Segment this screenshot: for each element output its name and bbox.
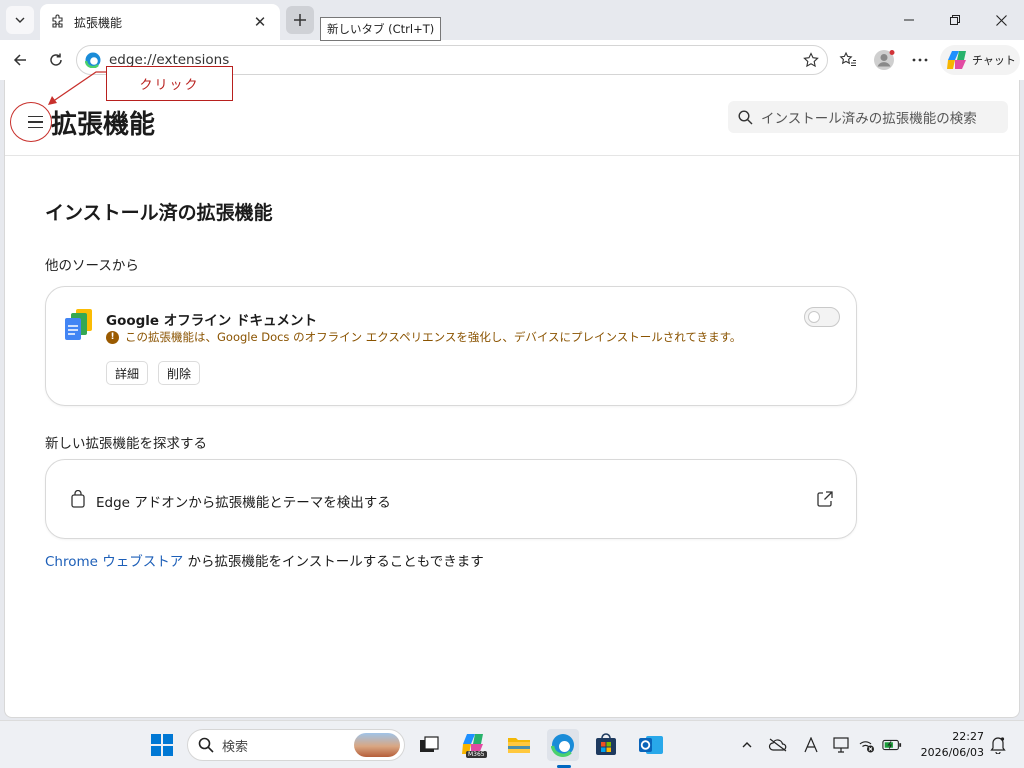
other-sources-heading: 他のソースから: [45, 258, 139, 274]
tab-extensions[interactable]: 拡張機能 ✕: [40, 4, 280, 40]
minimize-icon: [904, 19, 914, 21]
search-icon: [198, 737, 214, 753]
info-warning-icon: !: [106, 330, 119, 344]
folder-icon: [508, 738, 530, 753]
monitor-icon: [833, 737, 849, 753]
notification-bell-icon: [990, 737, 1006, 754]
file-explorer-app[interactable]: [503, 729, 535, 761]
new-tab-button[interactable]: [286, 6, 314, 34]
restore-button[interactable]: [932, 6, 978, 34]
google-docs-offline-icon: [65, 309, 92, 340]
arrow-left-icon: [13, 54, 26, 66]
tab-title: 拡張機能: [74, 15, 123, 30]
ellipsis-icon: [912, 58, 928, 62]
search-placeholder: インストール済みの拡張機能の検索: [761, 111, 977, 127]
refresh-button[interactable]: [42, 46, 70, 74]
cloud-off-icon: [768, 738, 787, 752]
tab-strip: 拡張機能 ✕ 新しいタブ (Ctrl+T): [0, 0, 1024, 41]
chrome-store-note-text: から拡張機能をインストールすることもできます: [183, 554, 484, 570]
onedrive-tray[interactable]: [768, 734, 788, 756]
refresh-icon: [50, 53, 62, 66]
edge-app[interactable]: [547, 729, 579, 761]
extension-warning-text: この拡張機能は、Google Docs のオフライン エクスペリエンスを強化し、…: [125, 330, 742, 344]
microsoft365-app[interactable]: M365: [458, 729, 490, 761]
edge-logo-icon: [85, 52, 101, 68]
back-button[interactable]: [6, 46, 34, 74]
edge-icon: [551, 734, 574, 757]
favorites-button[interactable]: [834, 46, 862, 74]
store-icon: [596, 733, 616, 755]
m365-badge: M365: [466, 751, 487, 758]
chevron-down-icon: [15, 17, 25, 23]
open-external-icon: [817, 491, 833, 507]
remove-button[interactable]: 削除: [158, 361, 201, 385]
star-icon: [803, 52, 819, 68]
extension-search-input[interactable]: インストール済みの拡張機能の検索: [728, 101, 1008, 133]
taskbar-clock[interactable]: 22:27 2026/06/03: [918, 729, 984, 761]
taskbar-search-box[interactable]: 検索: [187, 729, 405, 761]
page-title: 拡張機能: [51, 110, 156, 140]
avatar-icon: [874, 50, 895, 70]
tab-actions-menu-button[interactable]: [6, 6, 34, 34]
shopping-bag-icon: [71, 490, 85, 508]
windows-taskbar: 検索 M365 22:27 2026/06/03: [0, 720, 1024, 768]
copilot-chat-button[interactable]: チャット: [940, 45, 1020, 75]
extensions-page: 拡張機能 インストール済みの拡張機能の検索 インストール済の拡張機能 他のソース…: [4, 80, 1020, 718]
chrome-store-note: Chrome ウェブストア から拡張機能をインストールすることもできます: [45, 550, 484, 570]
annotation-label: クリック: [106, 66, 233, 101]
battery-tray[interactable]: [882, 734, 902, 756]
task-view-button[interactable]: [413, 729, 445, 761]
clock-time: 22:27: [952, 730, 984, 743]
annotation-circle: [10, 102, 52, 142]
network-tray[interactable]: [857, 734, 877, 756]
toggle-knob: [808, 311, 820, 323]
extension-enable-toggle[interactable]: [804, 307, 840, 327]
battery-charging-icon: [882, 739, 902, 751]
profile-button[interactable]: [870, 46, 898, 74]
plus-icon: [294, 14, 306, 26]
start-button[interactable]: [146, 729, 178, 761]
outlook-icon: [639, 736, 663, 754]
details-button[interactable]: 詳細: [106, 361, 149, 385]
settings-more-button[interactable]: [906, 46, 934, 74]
chrome-web-store-link[interactable]: Chrome ウェブストア: [45, 554, 183, 570]
copilot-icon: [947, 51, 966, 69]
ime-mode-indicator[interactable]: [801, 734, 821, 756]
ime-a-icon: [804, 737, 818, 753]
close-tab-icon[interactable]: ✕: [250, 12, 270, 32]
clock-date: 2026/06/03: [920, 746, 984, 759]
search-icon: [738, 109, 753, 124]
show-hidden-icons-button[interactable]: [737, 734, 757, 756]
close-icon: [995, 14, 1007, 26]
search-highlight-image: [354, 733, 400, 757]
display-tray[interactable]: [832, 734, 852, 756]
add-favorite-button[interactable]: [801, 50, 821, 70]
close-window-button[interactable]: [978, 6, 1024, 34]
edge-addons-label: Edge アドオンから拡張機能とテーマを検出する: [96, 495, 391, 511]
notifications-button[interactable]: [988, 734, 1008, 756]
installed-extensions-heading: インストール済の拡張機能: [45, 202, 273, 224]
extension-name: Google オフライン ドキュメント: [106, 313, 317, 329]
network-disconnected-icon: [859, 741, 874, 753]
outlook-app[interactable]: [635, 729, 667, 761]
edge-addons-card[interactable]: Edge アドオンから拡張機能とテーマを検出する: [45, 459, 857, 539]
extension-warning: ! この拡張機能は、Google Docs のオフライン エクスペリエンスを強化…: [106, 329, 741, 345]
windows-logo-icon: [151, 734, 173, 756]
puzzle-icon: [50, 14, 66, 30]
task-view-icon: [420, 736, 439, 752]
new-tab-tooltip: 新しいタブ (Ctrl+T): [320, 17, 442, 41]
taskbar-search-placeholder: 検索: [222, 739, 249, 755]
favorites-star-icon: [839, 51, 856, 67]
copilot-label: チャット: [972, 54, 1016, 67]
microsoft-store-app[interactable]: [590, 729, 622, 761]
restore-icon: [950, 15, 960, 25]
discover-heading: 新しい拡張機能を探求する: [45, 436, 207, 452]
minimize-button[interactable]: [886, 6, 932, 34]
chevron-up-icon: [742, 742, 752, 748]
extension-card: Google オフライン ドキュメント ! この拡張機能は、Google Doc…: [45, 286, 857, 406]
